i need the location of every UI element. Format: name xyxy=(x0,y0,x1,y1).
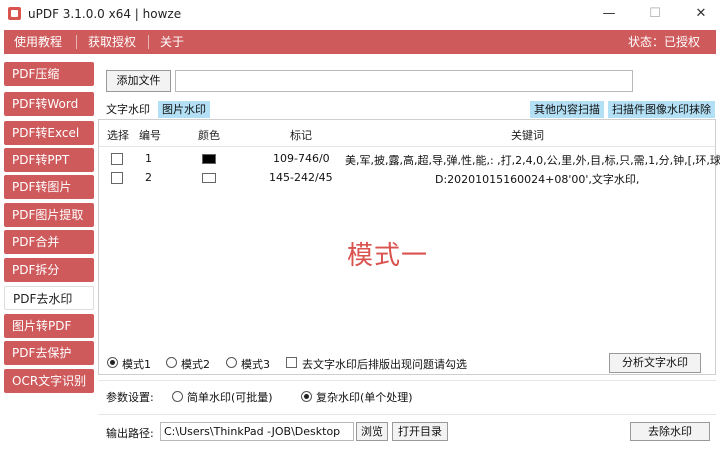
row-select-checkbox[interactable] xyxy=(111,172,123,184)
menu-item-license[interactable]: 获取授权 xyxy=(88,30,136,54)
output-section: 输出路径: C:\Users\ThinkPad -JOB\Desktop 浏览 … xyxy=(98,414,716,444)
remove-watermark-button[interactable]: 去除水印 xyxy=(630,422,710,441)
tab-image-watermark[interactable]: 图片水印 xyxy=(158,101,210,118)
mode2-label: 模式2 xyxy=(181,358,210,371)
mode1-radio[interactable] xyxy=(107,357,118,368)
analyze-text-watermark-button[interactable]: 分析文字水印 xyxy=(609,353,701,373)
column-header-number: 编号 xyxy=(139,129,161,142)
row-number: 1 xyxy=(145,152,152,165)
row-mark: 145-242/45 xyxy=(269,171,333,184)
column-header-keywords: 关键词 xyxy=(511,129,544,142)
sidebar-item-to-image[interactable]: PDF转图片 xyxy=(4,175,94,199)
add-file-button[interactable]: 添加文件 xyxy=(106,70,171,92)
layout-fix-checkbox[interactable] xyxy=(286,357,297,368)
column-header-mark: 标记 xyxy=(290,129,312,142)
menu-separator xyxy=(148,35,149,49)
row-select-checkbox[interactable] xyxy=(111,153,123,165)
menu-item-about[interactable]: 关于 xyxy=(160,30,184,54)
open-directory-button[interactable]: 打开目录 xyxy=(392,422,448,441)
other-content-scan-button[interactable]: 其他内容扫描 xyxy=(530,101,604,118)
window-title: uPDF 3.1.0.0 x64 | howze xyxy=(28,7,182,21)
simple-watermark-radio[interactable] xyxy=(172,391,183,402)
sidebar-item-ocr[interactable]: OCR文字识别 xyxy=(4,369,94,393)
row-keywords: 美,军,披,露,高,超,导,弹,性,能,: ,打,2,4,0,公,里,外,目,标… xyxy=(345,154,720,167)
mode2-radio[interactable] xyxy=(166,357,177,368)
sidebar-item-image-to-pdf[interactable]: 图片转PDF xyxy=(4,314,94,338)
menu-separator xyxy=(76,35,77,49)
complex-watermark-radio[interactable] xyxy=(301,391,312,402)
row-number: 2 xyxy=(145,171,152,184)
params-label: 参数设置: xyxy=(106,391,154,404)
maximize-button[interactable]: ☐ xyxy=(640,4,670,24)
row-color-swatch xyxy=(202,173,216,183)
close-button[interactable]: ✕ xyxy=(686,4,716,24)
column-header-color: 颜色 xyxy=(198,129,220,142)
mode3-label: 模式3 xyxy=(241,358,270,371)
row-color-swatch xyxy=(202,154,216,164)
mode3-radio[interactable] xyxy=(226,357,237,368)
sidebar-item-remove-watermark[interactable]: PDF去水印 xyxy=(4,286,94,310)
menu-item-tutorial[interactable]: 使用教程 xyxy=(14,30,62,54)
row-mark: 109-746/0 xyxy=(273,152,330,165)
scan-image-watermark-erase-button[interactable]: 扫描件图像水印抹除 xyxy=(608,101,715,118)
sidebar-item-merge[interactable]: PDF合并 xyxy=(4,230,94,254)
sidebar-item-extract-images[interactable]: PDF图片提取 xyxy=(4,203,94,227)
sidebar-item-remove-protection[interactable]: PDF去保护 xyxy=(4,341,94,365)
file-path-input[interactable] xyxy=(175,70,633,92)
menu-bar: 使用教程 获取授权 关于 状态：已授权 xyxy=(4,30,716,54)
layout-fix-label: 去文字水印后排版出现问题请勾选 xyxy=(302,358,467,371)
header-divider xyxy=(99,146,715,147)
minimize-button[interactable]: — xyxy=(594,4,624,24)
sidebar-item-compress[interactable]: PDF压缩 xyxy=(4,62,94,86)
mode1-label: 模式1 xyxy=(122,358,151,371)
title-bar: uPDF 3.1.0.0 x64 | howze — ☐ ✕ xyxy=(0,0,720,28)
complex-watermark-label: 复杂水印(单个处理) xyxy=(316,391,413,404)
main-panel: 添加文件 文字水印 图片水印 其他内容扫描 扫描件图像水印抹除 选择 编号 颜色… xyxy=(98,62,720,447)
output-path-label: 输出路径: xyxy=(106,427,154,440)
watermark-table-panel: 选择 编号 颜色 标记 关键词 1 109-746/0 美,军,披,露,高,超,… xyxy=(98,119,720,375)
sidebar-item-split[interactable]: PDF拆分 xyxy=(4,258,94,282)
sidebar-item-to-word[interactable]: PDF转Word xyxy=(4,92,94,116)
browse-button[interactable]: 浏览 xyxy=(356,422,388,441)
app-logo-icon xyxy=(8,7,21,20)
row-keywords: D:20201015160024+08'00',文字水印, xyxy=(435,173,640,186)
params-section: 参数设置: 简单水印(可批量) 复杂水印(单个处理) xyxy=(98,380,716,410)
sidebar-item-to-excel[interactable]: PDF转Excel xyxy=(4,121,94,145)
license-status: 状态：已授权 xyxy=(628,35,701,49)
output-path-input[interactable]: C:\Users\ThinkPad -JOB\Desktop xyxy=(160,422,354,441)
sidebar-item-to-ppt[interactable]: PDF转PPT xyxy=(4,148,94,172)
tab-text-watermark[interactable]: 文字水印 xyxy=(102,101,154,118)
simple-watermark-label: 简单水印(可批量) xyxy=(187,391,273,404)
column-header-select: 选择 xyxy=(107,129,129,142)
mode-title: 模式一 xyxy=(347,241,429,271)
